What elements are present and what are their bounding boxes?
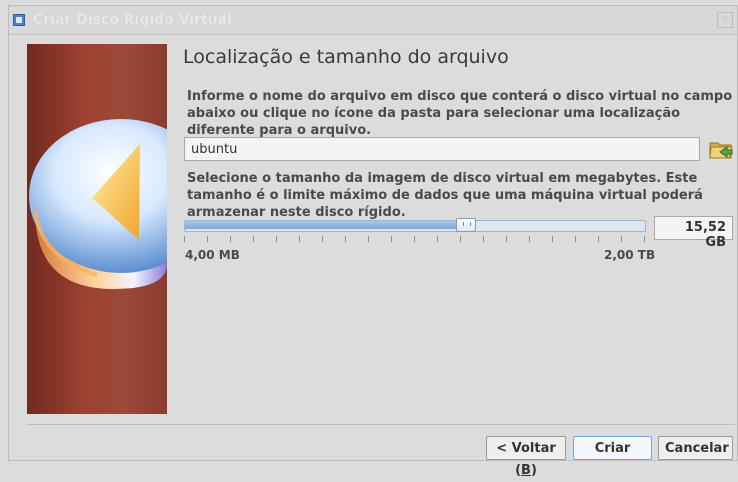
slider-tick	[207, 236, 208, 242]
slider-tick	[598, 236, 599, 242]
slider-tick	[483, 236, 484, 242]
slider-tick	[621, 236, 622, 242]
slider-tick	[529, 236, 530, 242]
slider-tick	[299, 236, 300, 242]
min-size-label: 4,00 MB	[185, 248, 240, 262]
slider-tick	[322, 236, 323, 242]
slider-handle[interactable]	[456, 218, 476, 232]
dialog-window: Criar Disco Rígido Virtual ✕ Localização…	[8, 5, 738, 478]
create-button[interactable]: Criar	[573, 436, 652, 460]
page-title: Localização e tamanho do arquivo	[183, 46, 509, 68]
slider-ticks	[184, 236, 646, 244]
file-instruction-text: Informe o nome do arquivo em disco que c…	[187, 89, 733, 138]
slider-tick	[391, 236, 392, 242]
size-instruction-text: Selecione o tamanho da imagem de disco v…	[187, 171, 703, 220]
virtualbox-icon	[13, 14, 25, 26]
folder-icon[interactable]	[707, 135, 735, 163]
hard-disk-icon	[29, 119, 213, 289]
slider-tick	[184, 236, 185, 242]
slider-tick	[230, 236, 231, 242]
slider-tick	[644, 236, 645, 242]
cancel-button[interactable]: Cancelar	[658, 436, 733, 460]
window-title: Criar Disco Rígido Virtual	[33, 12, 232, 28]
slider-tick	[552, 236, 553, 242]
file-name-input[interactable]	[184, 137, 700, 161]
footer-divider	[27, 424, 735, 425]
slider-fill	[185, 221, 466, 229]
left-art-panel	[27, 44, 213, 414]
disk-size-value[interactable]: 15,52 GB	[654, 216, 733, 250]
back-button[interactable]: < Voltar (B)	[486, 436, 566, 478]
slider-tick	[414, 236, 415, 242]
slider-tick	[575, 236, 576, 242]
slider-tick	[506, 236, 507, 242]
close-icon[interactable]: ✕	[717, 12, 733, 28]
title-bar[interactable]: Criar Disco Rígido Virtual ✕	[9, 6, 737, 35]
disk-size-slider[interactable]	[184, 218, 646, 244]
slider-tick	[276, 236, 277, 242]
slider-tick	[368, 236, 369, 242]
slider-tick	[437, 236, 438, 242]
slider-tick	[253, 236, 254, 242]
back-label-mnemonic: B	[521, 463, 531, 478]
max-size-label: 2,00 TB	[604, 248, 656, 262]
back-label-suffix: )	[530, 463, 537, 478]
slider-tick	[460, 236, 461, 242]
slider-tick	[345, 236, 346, 242]
